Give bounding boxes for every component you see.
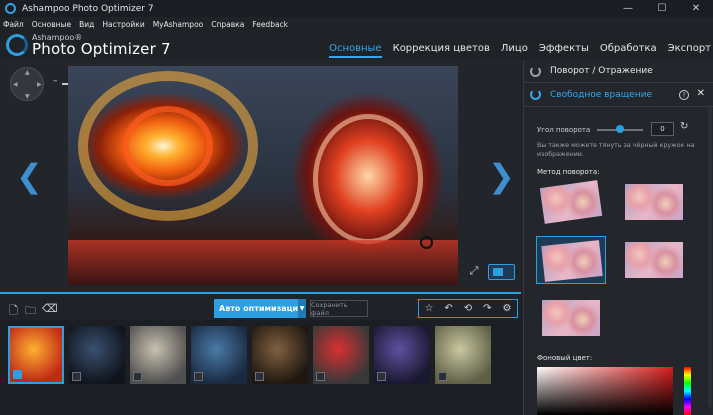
filmstrip — [0, 320, 521, 415]
app-icon — [5, 3, 16, 14]
tools-panel: Поворот / Отражение Свободное вращение ?… — [523, 60, 713, 415]
app-logo: Ashampoo® Photo Optimizer 7 — [6, 33, 171, 57]
maximize-icon[interactable]: ☐ — [645, 0, 679, 17]
filmstrip-thumbnail[interactable] — [435, 326, 491, 384]
panel-scrollbar[interactable] — [708, 107, 712, 407]
compare-view-button[interactable] — [488, 264, 515, 280]
bottom-toolbar: 🗋 🗀 ⌫ Авто оптимизация ▼ Сохранить файл … — [0, 292, 521, 320]
filmstrip-thumbnail[interactable] — [8, 326, 64, 384]
tab-processing[interactable]: Обработка — [600, 43, 657, 58]
rotation-method-option[interactable] — [536, 236, 606, 284]
save-file-button[interactable]: Сохранить файл — [310, 300, 368, 317]
thumbnail-checkbox[interactable] — [13, 370, 22, 379]
tab-effects[interactable]: Эффекты — [539, 43, 589, 58]
filmstrip-thumbnail[interactable] — [374, 326, 430, 384]
main-photo[interactable] — [68, 66, 458, 285]
menu-feedback[interactable]: Feedback — [252, 20, 288, 29]
rotation-method-option[interactable] — [536, 178, 606, 226]
pan-up-icon[interactable]: ▲ — [25, 69, 30, 76]
window-controls: — ☐ ✕ — [611, 0, 713, 17]
free-rotation-section[interactable]: Свободное вращение ? ✕ — [524, 83, 713, 107]
redo-icon[interactable]: ↷ — [483, 303, 491, 314]
title-bar: Ashampoo Photo Optimizer 7 — ☐ ✕ — [0, 0, 713, 17]
zoom-out-icon[interactable]: – — [53, 76, 58, 86]
menu-help[interactable]: Справка — [211, 20, 244, 29]
thumbnail-checkbox[interactable] — [133, 372, 142, 381]
menu-bar: Файл Основные Вид Настройки MyAshampoo С… — [0, 17, 713, 31]
thumbnail-checkbox[interactable] — [72, 372, 81, 381]
pan-right-icon[interactable]: ▶ — [37, 81, 42, 88]
rotation-handle[interactable] — [420, 236, 433, 249]
thumbnail-checkbox[interactable] — [255, 372, 264, 381]
minimize-icon[interactable]: — — [611, 0, 645, 17]
new-file-icon[interactable]: 🗋 — [9, 302, 18, 321]
rotation-method-option[interactable] — [619, 178, 689, 226]
window-title: Ashampoo Photo Optimizer 7 — [22, 3, 154, 14]
pan-down-icon[interactable]: ▼ — [25, 93, 30, 100]
auto-optimize-button[interactable]: Авто оптимизация ▼ — [214, 299, 306, 318]
menu-basic[interactable]: Основные — [32, 20, 71, 29]
tab-basic[interactable]: Основные — [329, 43, 382, 58]
reset-angle-icon[interactable]: ↻ — [680, 121, 688, 132]
filmstrip-thumbnail[interactable] — [69, 326, 125, 384]
menu-settings[interactable]: Настройки — [102, 20, 144, 29]
thumbnail-checkbox[interactable] — [438, 372, 447, 381]
logo-ring-icon — [6, 34, 28, 56]
menu-file[interactable]: Файл — [3, 20, 24, 29]
tab-export[interactable]: Экспорт — [668, 43, 711, 58]
undo-icon[interactable]: ↶ — [444, 303, 452, 314]
angle-label: Угол поворота — [537, 126, 591, 134]
rotate-flip-section[interactable]: Поворот / Отражение — [524, 60, 713, 83]
filmstrip-thumbnail[interactable] — [252, 326, 308, 384]
image-viewer: ▲ ▼ ◀ ▶ – + ❮ ❯ — [0, 60, 521, 292]
menu-view[interactable]: Вид — [79, 20, 94, 29]
rotate-icon — [530, 65, 541, 77]
settings-icon[interactable]: ⚙ — [503, 303, 512, 314]
filmstrip-thumbnail[interactable] — [191, 326, 247, 384]
thumbnail-checkbox[interactable] — [194, 372, 203, 381]
angle-input[interactable]: 0 — [651, 122, 674, 136]
logo-product: Photo Optimizer 7 — [32, 40, 171, 58]
main-tabs: Основные Коррекция цветов Лицо Эффекты О… — [318, 43, 711, 58]
close-icon[interactable]: ✕ — [679, 0, 713, 17]
thumbnail-checkbox[interactable] — [316, 372, 325, 381]
free-rotate-icon — [530, 89, 541, 100]
angle-slider-handle[interactable] — [616, 125, 624, 133]
clear-icon[interactable]: ⌫ — [42, 302, 58, 315]
color-picker[interactable] — [537, 367, 673, 415]
fullscreen-icon[interactable]: ⤢ — [466, 264, 482, 280]
rotation-hint: Вы также можете тянуть за чёрный кружок … — [537, 142, 695, 158]
quick-actions-group: ☆ ↶ ⟲ ↷ ⚙ — [418, 299, 518, 318]
menu-myashampoo[interactable]: MyAshampoo — [153, 20, 204, 29]
add-folder-icon[interactable]: 🗀 — [25, 302, 36, 321]
rotation-method-option[interactable] — [619, 236, 689, 284]
app-window: Ashampoo Photo Optimizer 7 — ☐ ✕ Файл Ос… — [0, 0, 713, 415]
hue-slider[interactable] — [684, 367, 691, 415]
favorite-icon[interactable]: ☆ — [424, 303, 433, 314]
thumbnail-checkbox[interactable] — [377, 372, 386, 381]
pan-navigator[interactable]: ▲ ▼ ◀ ▶ — [10, 67, 44, 101]
undo-all-icon[interactable]: ⟲ — [464, 303, 472, 314]
filmstrip-thumbnail[interactable] — [130, 326, 186, 384]
next-image-icon[interactable]: ❯ — [488, 160, 515, 192]
help-icon[interactable]: ? — [679, 90, 689, 100]
close-panel-icon[interactable]: ✕ — [697, 88, 705, 99]
filmstrip-thumbnail[interactable] — [313, 326, 369, 384]
pan-left-icon[interactable]: ◀ — [13, 81, 18, 88]
method-label: Метод поворота: — [537, 168, 600, 176]
tab-face[interactable]: Лицо — [501, 43, 528, 58]
background-color-label: Фоновый цвет: — [537, 354, 593, 362]
chevron-down-icon[interactable]: ▼ — [298, 299, 306, 318]
previous-image-icon[interactable]: ❮ — [16, 160, 43, 192]
rotation-method-option[interactable] — [536, 294, 606, 342]
tab-color-correction[interactable]: Коррекция цветов — [393, 43, 490, 58]
